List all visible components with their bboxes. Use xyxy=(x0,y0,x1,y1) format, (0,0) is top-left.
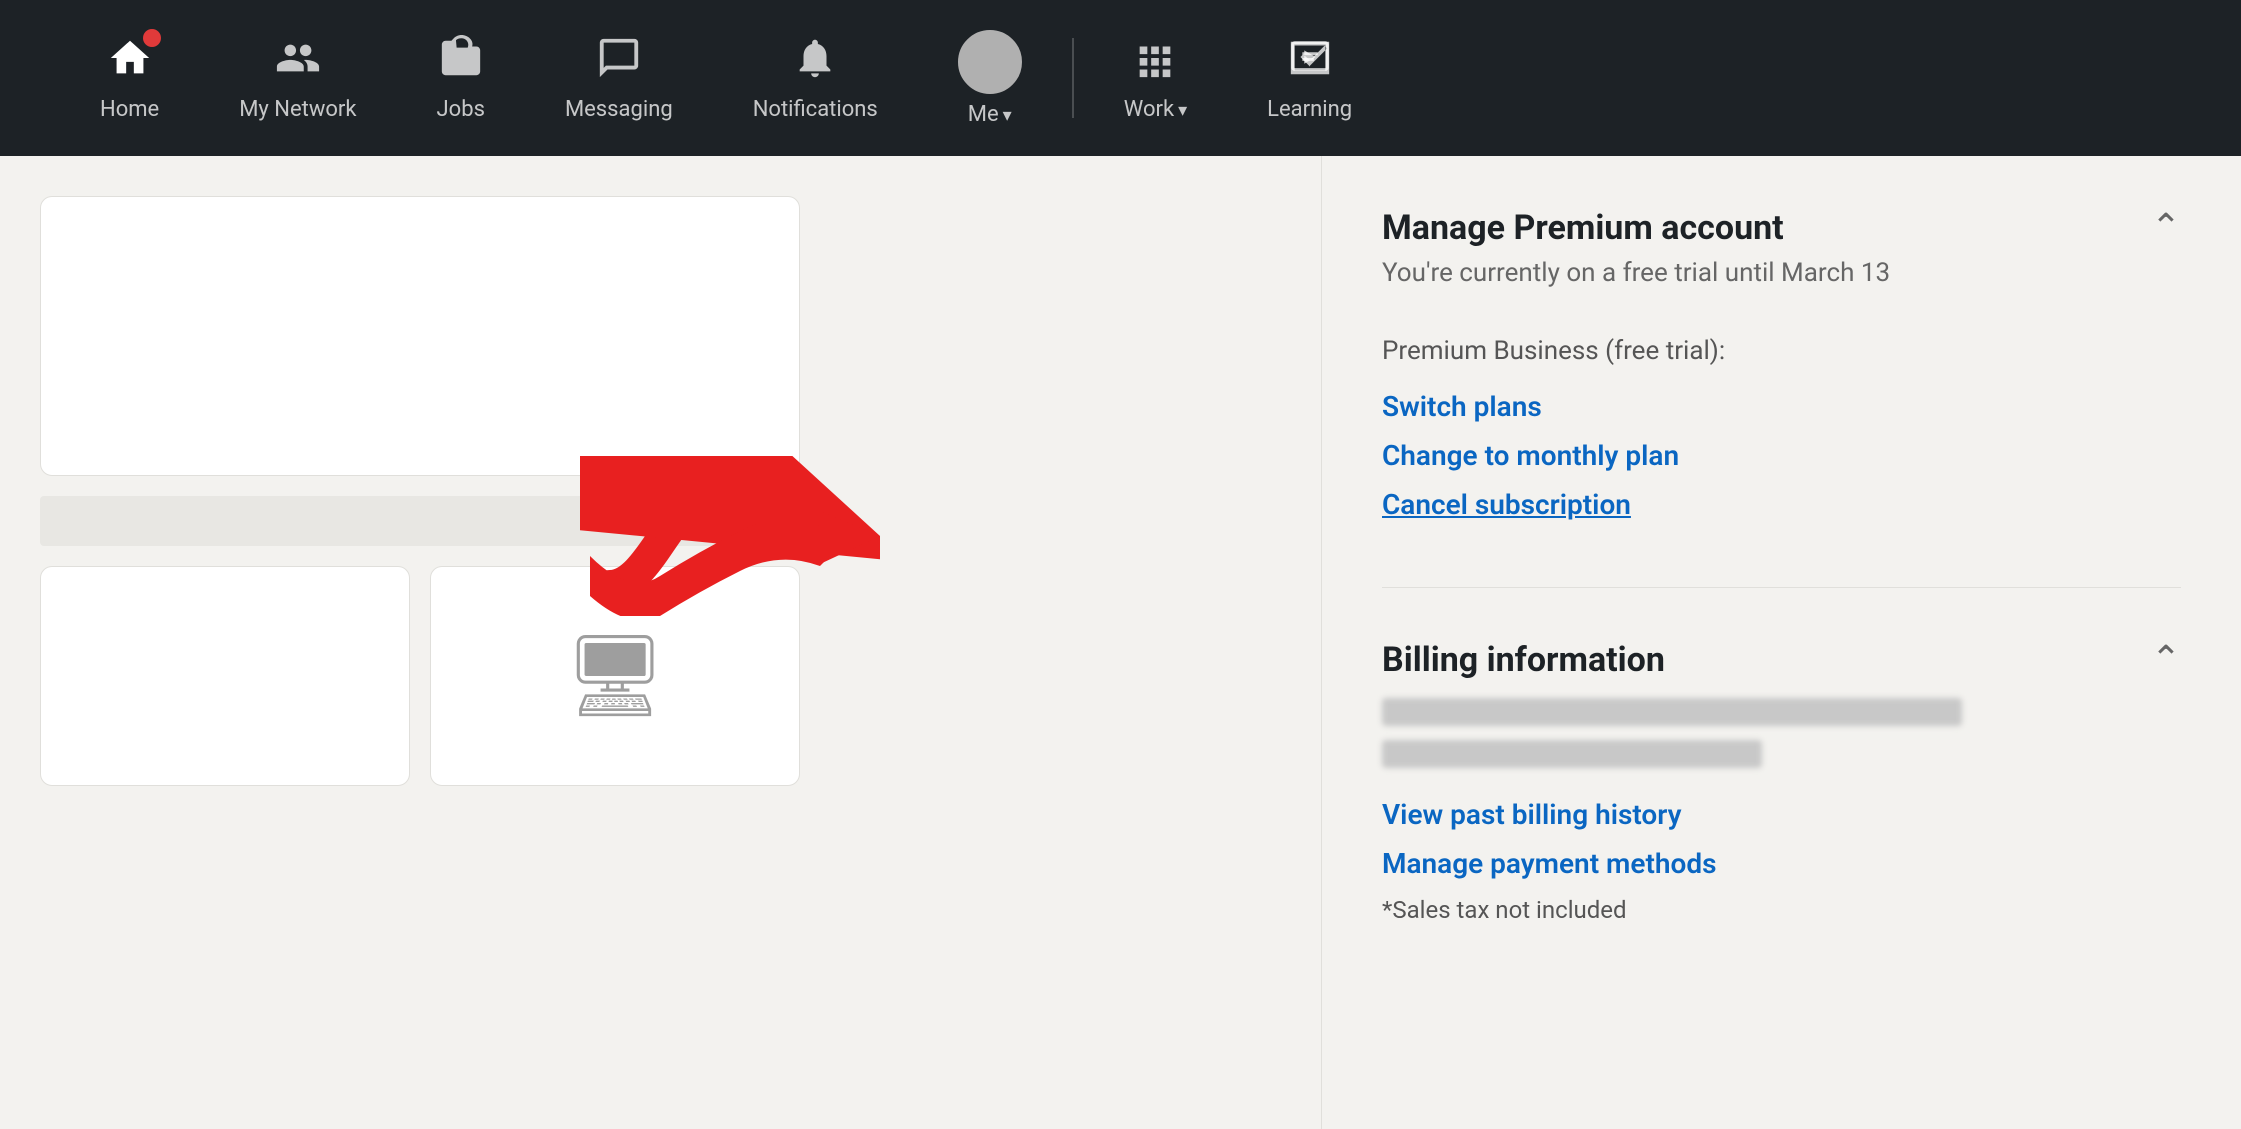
me-label: Me▾ xyxy=(968,102,1012,127)
view-billing-link[interactable]: View past billing history xyxy=(1382,798,2181,831)
premium-subtitle: You're currently on a free trial until M… xyxy=(1382,258,1890,288)
nav-item-jobs[interactable]: Jobs xyxy=(397,0,525,156)
nav-item-learning[interactable]: Learning xyxy=(1227,0,1392,156)
messaging-label: Messaging xyxy=(565,97,673,122)
premium-section: Manage Premium account You're currently … xyxy=(1382,206,2181,588)
nav-item-home[interactable]: Home xyxy=(60,0,199,156)
work-label: Work▾ xyxy=(1124,97,1187,122)
my-network-icon xyxy=(275,35,321,89)
change-monthly-link[interactable]: Change to monthly plan xyxy=(1382,439,2181,472)
learning-icon xyxy=(1287,35,1333,89)
premium-title: Manage Premium account xyxy=(1382,206,1890,250)
messaging-icon xyxy=(596,35,642,89)
blurred-billing-line-1 xyxy=(1382,698,1962,726)
blurred-billing-line-2 xyxy=(1382,740,1762,768)
monitor-icon: 🖥 xyxy=(564,629,666,723)
right-panel: Manage Premium account You're currently … xyxy=(1321,156,2241,1129)
my-network-label: My Network xyxy=(239,97,356,122)
nav-divider xyxy=(1072,38,1074,118)
card-small-left xyxy=(40,566,410,786)
jobs-label: Jobs xyxy=(437,97,485,122)
nav-item-notifications[interactable]: Notifications xyxy=(713,0,918,156)
notifications-label: Notifications xyxy=(753,97,878,122)
switch-plans-link[interactable]: Switch plans xyxy=(1382,390,2181,423)
billing-section-header: Billing information ⌃ xyxy=(1382,638,2181,682)
premium-collapse-button[interactable]: ⌃ xyxy=(2151,206,2181,248)
nav-item-me[interactable]: Me▾ xyxy=(918,0,1062,156)
left-panel: 🖥 xyxy=(0,156,1321,1129)
card-top xyxy=(40,196,800,476)
plan-label: Premium Business (free trial): xyxy=(1382,336,2181,366)
nav-item-work[interactable]: Work▾ xyxy=(1084,0,1227,156)
home-icon xyxy=(107,35,153,89)
cancel-subscription-link[interactable]: Cancel subscription xyxy=(1382,488,2181,521)
navbar: Home My Network Jobs Messaging xyxy=(0,0,2241,156)
jobs-icon xyxy=(438,35,484,89)
nav-item-messaging[interactable]: Messaging xyxy=(525,0,713,156)
red-arrow-svg xyxy=(580,456,880,616)
billing-collapse-button[interactable]: ⌃ xyxy=(2151,638,2181,680)
billing-title: Billing information xyxy=(1382,638,1665,682)
premium-title-group: Manage Premium account You're currently … xyxy=(1382,206,1890,320)
notifications-icon xyxy=(792,35,838,89)
premium-section-header: Manage Premium account You're currently … xyxy=(1382,206,2181,320)
sales-tax-note: *Sales tax not included xyxy=(1382,896,2181,924)
me-avatar xyxy=(958,30,1022,94)
learning-label: Learning xyxy=(1267,97,1352,122)
red-arrow-container xyxy=(580,456,880,616)
home-label: Home xyxy=(100,97,159,122)
billing-section: Billing information ⌃ View past billing … xyxy=(1382,638,2181,924)
nav-item-my-network[interactable]: My Network xyxy=(199,0,396,156)
notification-badge xyxy=(143,29,161,47)
work-grid-icon xyxy=(1132,35,1178,89)
manage-payment-link[interactable]: Manage payment methods xyxy=(1382,847,2181,880)
main-area: 🖥 xyxy=(0,156,2241,1129)
